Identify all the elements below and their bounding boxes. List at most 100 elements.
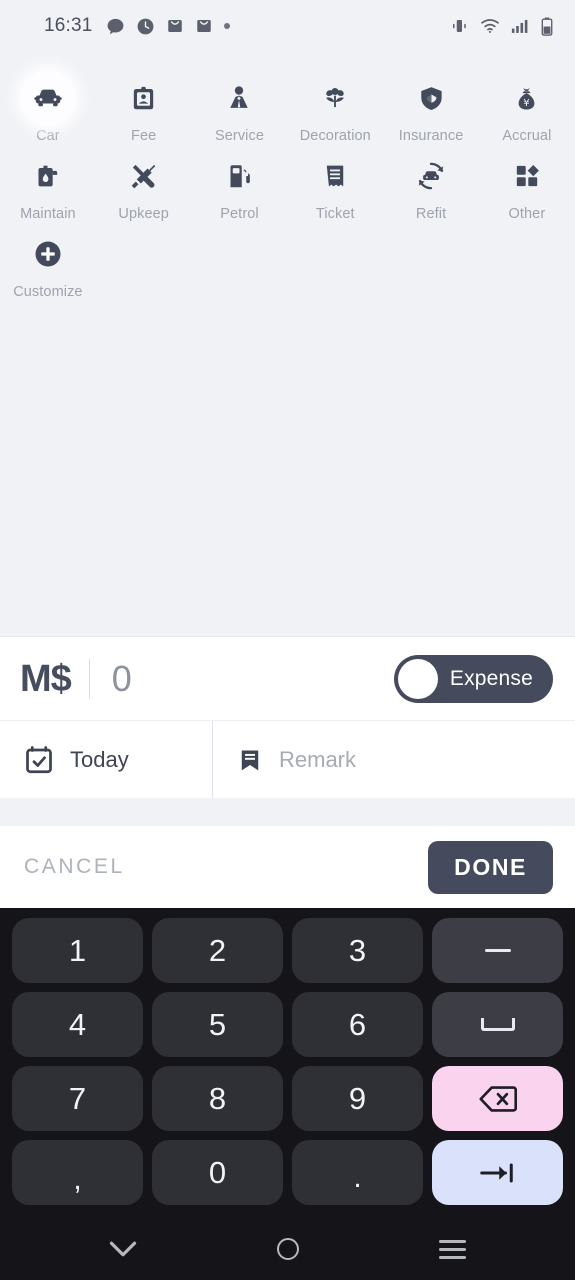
- category-car[interactable]: Car: [0, 66, 96, 144]
- category-maintain[interactable]: Maintain: [0, 144, 96, 222]
- key-6[interactable]: 6: [292, 992, 423, 1057]
- keyboard-row: 7 8 9: [12, 1066, 563, 1131]
- category-label: Decoration: [299, 128, 371, 144]
- system-nav-bar: [0, 1218, 575, 1280]
- badge-icon: [134, 86, 154, 109]
- category-customize[interactable]: Customize: [0, 222, 96, 300]
- car-refresh-icon: [418, 162, 444, 190]
- category-refit[interactable]: Refit: [383, 144, 479, 222]
- toggle-knob: [397, 658, 438, 699]
- category-accrual-bubble: ¥: [499, 70, 555, 126]
- key-enter[interactable]: [432, 1140, 563, 1205]
- section-spacer: [0, 798, 575, 826]
- category-car-bubble: [19, 70, 76, 126]
- category-decoration[interactable]: Decoration: [287, 66, 383, 144]
- app-screen: 16:31 Car Fee Service Decoration Insuran…: [0, 0, 575, 1280]
- category-label: Accrual: [502, 128, 552, 144]
- battery-icon: [541, 17, 553, 36]
- shield-icon: [420, 86, 442, 110]
- amount-row: M$ 0 Expense: [0, 636, 575, 720]
- key-space[interactable]: [432, 992, 563, 1057]
- car-icon: [34, 89, 62, 107]
- minus-icon: [484, 949, 511, 952]
- status-bar-clock: 16:31: [44, 15, 93, 36]
- category-insurance[interactable]: Insurance: [383, 66, 479, 144]
- category-other-bubble: [499, 148, 555, 204]
- key-period[interactable]: .: [292, 1140, 423, 1205]
- plus-circle-icon: [35, 241, 61, 267]
- meta-row: Today Remark: [0, 720, 575, 798]
- keyboard-row: 4 5 6: [12, 992, 563, 1057]
- category-accrual[interactable]: ¥ Accrual: [479, 66, 575, 144]
- cancel-button[interactable]: CANCEL: [20, 845, 129, 889]
- keyboard-row: , 0 .: [12, 1140, 563, 1205]
- receipt-icon: [327, 165, 344, 187]
- key-4[interactable]: 4: [12, 992, 143, 1057]
- mail-icon: [196, 20, 211, 32]
- nav-back-button[interactable]: [94, 1227, 152, 1271]
- category-label: Petrol: [220, 206, 259, 222]
- nav-recents-button[interactable]: [424, 1227, 482, 1271]
- category-fee[interactable]: Fee: [96, 66, 192, 144]
- remark-field[interactable]: Remark: [212, 721, 575, 798]
- key-0[interactable]: 0: [152, 1140, 283, 1205]
- category-label: Upkeep: [118, 206, 169, 222]
- category-refit-bubble: [403, 148, 459, 204]
- tools-icon: [131, 164, 156, 188]
- key-comma[interactable]: ,: [12, 1140, 143, 1205]
- fuel-pump-icon: [230, 164, 250, 187]
- category-label: Fee: [131, 128, 157, 144]
- category-ticket[interactable]: Ticket: [287, 144, 383, 222]
- expense-income-toggle[interactable]: Expense: [393, 654, 553, 703]
- key-7[interactable]: 7: [12, 1066, 143, 1131]
- person-tie-icon: [230, 86, 249, 108]
- key-2[interactable]: 2: [152, 918, 283, 983]
- amount-value[interactable]: 0: [112, 660, 132, 697]
- tab-arrow-icon: [479, 1163, 513, 1182]
- status-bar-right: [449, 17, 553, 36]
- category-label: Customize: [13, 284, 83, 300]
- circle-home-icon: [276, 1238, 299, 1260]
- svg-text:¥: ¥: [524, 97, 531, 108]
- category-label: Other: [508, 206, 546, 222]
- category-ticket-bubble: [307, 148, 363, 204]
- key-8[interactable]: 8: [152, 1066, 283, 1131]
- category-other[interactable]: Other: [479, 144, 575, 222]
- key-5[interactable]: 5: [152, 992, 283, 1057]
- status-bar: 16:31: [0, 0, 575, 52]
- category-label: Car: [36, 128, 60, 144]
- nav-home-button[interactable]: [259, 1227, 317, 1271]
- key-1[interactable]: 1: [12, 918, 143, 983]
- date-field[interactable]: Today: [0, 721, 212, 798]
- clock-icon: [137, 18, 153, 34]
- category-fee-bubble: [116, 70, 172, 126]
- status-bar-left: 16:31: [44, 15, 230, 37]
- category-grid: Car Fee Service Decoration Insurance ¥ A…: [0, 52, 575, 636]
- mail-icon: [167, 20, 182, 32]
- amount-divider: [88, 658, 90, 699]
- grid-shapes-icon: [516, 164, 539, 187]
- keyboard-row: 1 2 3: [12, 918, 563, 983]
- category-upkeep[interactable]: Upkeep: [96, 144, 192, 222]
- category-maintain-bubble: [20, 148, 76, 204]
- remark-placeholder: Remark: [279, 746, 357, 772]
- chat-bubble-icon: [107, 18, 123, 34]
- backspace-icon: [478, 1085, 517, 1112]
- category-petrol[interactable]: Petrol: [192, 144, 288, 222]
- category-insurance-bubble: [403, 70, 459, 126]
- key-3[interactable]: 3: [292, 918, 423, 983]
- action-row: CANCEL DONE: [0, 826, 575, 908]
- category-label: Service: [214, 128, 265, 144]
- currency-symbol[interactable]: M$: [20, 660, 72, 698]
- category-label: Ticket: [315, 206, 355, 222]
- category-decoration-bubble: [307, 70, 363, 126]
- done-button[interactable]: DONE: [428, 840, 553, 894]
- vibrate-icon: [453, 20, 466, 32]
- key-9[interactable]: 9: [292, 1066, 423, 1131]
- calendar-check-icon: [26, 745, 52, 773]
- key-minus[interactable]: [432, 918, 563, 983]
- category-service[interactable]: Service: [192, 66, 288, 144]
- key-backspace[interactable]: [432, 1066, 563, 1131]
- category-label: Maintain: [20, 206, 76, 222]
- space-icon: [480, 1018, 515, 1031]
